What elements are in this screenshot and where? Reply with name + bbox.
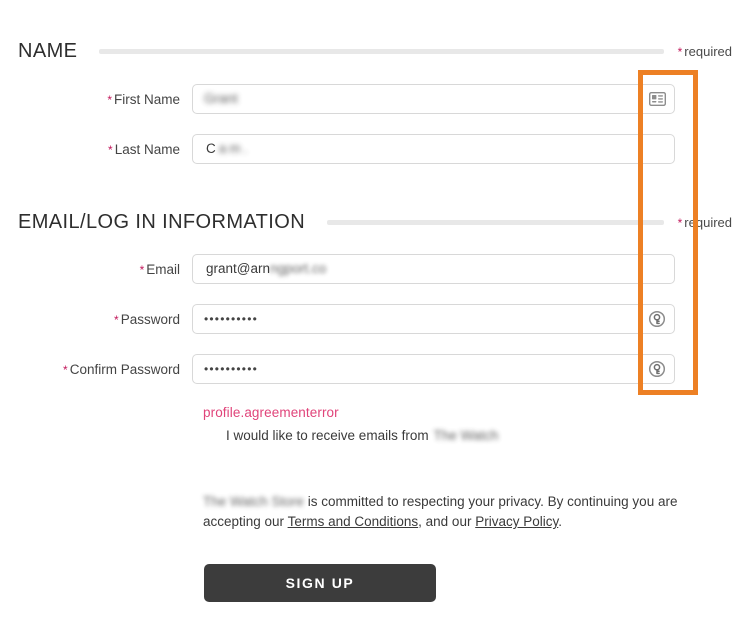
contact-card-icon[interactable]	[647, 89, 667, 109]
privacy-policy-link[interactable]: Privacy Policy	[475, 514, 558, 529]
field-wrap-confirm-password: ••••••••••	[192, 354, 675, 384]
marketing-optin-text: I would like to receive emails from	[226, 427, 429, 443]
required-note-label: required	[684, 214, 732, 230]
label-confirm-password-text: Confirm Password	[69, 361, 180, 377]
section-header-email-login: EMAIL/LOG IN INFORMATION * required	[18, 209, 732, 235]
label-first-name: * First Name	[0, 92, 192, 107]
lastpass-key-icon[interactable]	[647, 309, 667, 329]
first-name-input[interactable]	[192, 84, 675, 114]
section-header-name: NAME * required	[18, 38, 732, 64]
signup-form-page: NAME * required * First Name Grant * Las…	[0, 0, 746, 624]
field-wrap-first-name: Grant	[192, 84, 675, 114]
label-last-name: * Last Name	[0, 142, 192, 157]
form-row-email: * Email grant@arnngport.co	[0, 254, 746, 284]
password-input[interactable]	[192, 304, 675, 334]
label-confirm-password: * Confirm Password	[0, 362, 192, 377]
lastpass-key-icon[interactable]	[647, 359, 667, 379]
form-row-first-name: * First Name Grant	[0, 84, 746, 114]
required-asterisk-icon: *	[63, 362, 68, 377]
required-asterisk-icon: *	[108, 142, 113, 157]
privacy-disclaimer: The Watch Store is committed to respectin…	[203, 492, 689, 532]
label-password-text: Password	[120, 311, 180, 327]
marketing-optin-row: I would like to receive emails from The W…	[203, 426, 687, 444]
marketing-optin-label: I would like to receive emails from The W…	[226, 428, 498, 443]
label-email: * Email	[0, 262, 192, 277]
required-asterisk-icon: *	[114, 312, 119, 327]
section-divider-email-login	[327, 219, 664, 225]
email-input[interactable]	[192, 254, 675, 284]
required-asterisk-icon: *	[107, 92, 112, 107]
required-note-label: required	[684, 43, 732, 59]
field-wrap-last-name: Cam.	[192, 134, 675, 164]
privacy-text-part3: .	[558, 514, 563, 529]
required-note-name: * required	[674, 44, 732, 59]
terms-and-conditions-link[interactable]: Terms and Conditions	[288, 514, 419, 529]
section-divider-name	[99, 48, 664, 54]
marketing-optin-brand-redacted: The Watch	[433, 427, 499, 443]
form-row-confirm-password: * Confirm Password ••••••••••	[0, 354, 746, 384]
section-title-name: NAME	[18, 39, 78, 62]
label-email-text: Email	[146, 261, 180, 277]
privacy-text-part2: , and our	[418, 514, 472, 529]
last-name-input[interactable]	[192, 134, 675, 164]
label-last-name-text: Last Name	[114, 141, 180, 157]
agreement-error-message: profile.agreementerror	[203, 405, 339, 420]
label-password: * Password	[0, 312, 192, 327]
field-wrap-email: grant@arnngport.co	[192, 254, 675, 284]
form-row-last-name: * Last Name Cam.	[0, 134, 746, 164]
privacy-brand-redacted: The Watch Store	[203, 494, 304, 509]
required-note-email-login: * required	[674, 215, 732, 230]
required-asterisk-icon: *	[139, 262, 145, 277]
confirm-password-input[interactable]	[192, 354, 675, 384]
signup-button[interactable]: SIGN UP	[204, 564, 436, 602]
section-title-email-login: EMAIL/LOG IN INFORMATION	[18, 210, 306, 233]
form-row-password: * Password ••••••••••	[0, 304, 746, 334]
label-first-name-text: First Name	[113, 91, 180, 107]
field-wrap-password: ••••••••••	[192, 304, 675, 334]
